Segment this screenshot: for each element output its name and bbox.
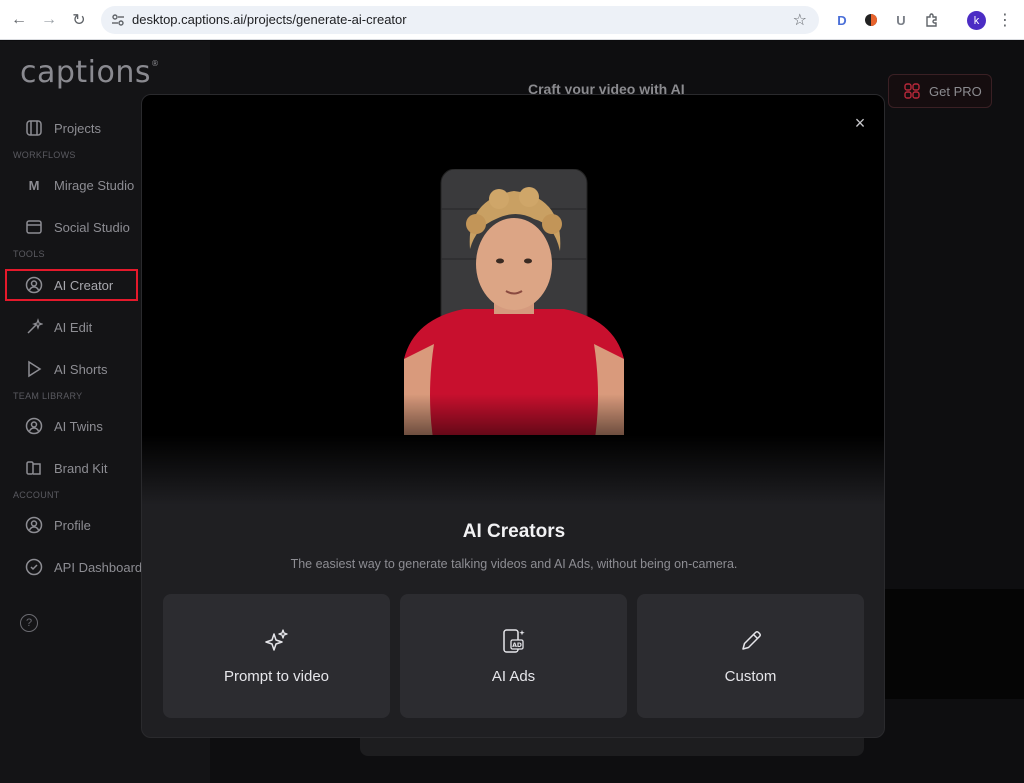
background-card-strip bbox=[360, 738, 864, 756]
sidebar-item-label: Social Studio bbox=[54, 219, 130, 235]
url-text: desktop.captions.ai/projects/generate-ai… bbox=[132, 12, 407, 27]
sidebar-item-label: Projects bbox=[54, 120, 101, 136]
sparkle-icon bbox=[24, 317, 44, 337]
address-bar[interactable]: desktop.captions.ai/projects/generate-ai… bbox=[101, 6, 819, 34]
background-panel bbox=[885, 589, 1024, 699]
ad-icon: AD bbox=[502, 629, 525, 653]
modal-subtitle: The easiest way to generate talking vide… bbox=[290, 557, 738, 571]
ai-twins-icon bbox=[24, 416, 44, 436]
app-root: captions® Projects WORKFLOWS M Mirage St… bbox=[0, 41, 1024, 783]
captions-logo[interactable]: captions® bbox=[20, 55, 160, 90]
section-team-library: TEAM LIBRARY bbox=[13, 391, 83, 401]
pro-grid-icon bbox=[904, 83, 920, 99]
sidebar-item-label: AI Edit bbox=[54, 319, 93, 335]
mirage-icon: M bbox=[28, 177, 40, 193]
sidebar-item-label: AI Twins bbox=[54, 418, 103, 434]
section-account: ACCOUNT bbox=[13, 490, 60, 500]
sidebar-item-label: API Dashboard bbox=[54, 559, 143, 575]
video-fade bbox=[142, 435, 884, 505]
brand-kit-icon bbox=[24, 458, 44, 478]
sidebar-item-label: Mirage Studio bbox=[54, 177, 135, 193]
extension-d-icon[interactable]: D bbox=[832, 10, 852, 30]
projects-icon bbox=[24, 118, 44, 138]
sidebar-item-label: AI Shorts bbox=[54, 361, 108, 377]
ai-creators-modal: × AI Creators The easiest way to generat… bbox=[141, 94, 885, 738]
extensions-puzzle-icon[interactable] bbox=[922, 10, 942, 30]
option-custom[interactable]: Custom bbox=[637, 594, 864, 718]
browser-toolbar: ← → ↻ desktop.captions.ai/projects/gener… bbox=[0, 0, 1024, 40]
section-workflows: WORKFLOWS bbox=[13, 150, 76, 160]
social-studio-icon bbox=[24, 217, 44, 237]
get-pro-label: Get PRO bbox=[929, 83, 982, 99]
option-label: AI Ads bbox=[491, 668, 536, 685]
back-button[interactable]: ← bbox=[7, 8, 31, 32]
svg-text:AD: AD bbox=[512, 642, 522, 649]
option-ai-ads[interactable]: AD AI Ads bbox=[400, 594, 627, 718]
profile-avatar[interactable]: k bbox=[967, 11, 986, 30]
extension-circle-icon[interactable] bbox=[861, 10, 881, 30]
get-pro-button[interactable]: Get PRO bbox=[888, 74, 992, 108]
option-prompt-to-video[interactable]: Prompt to video bbox=[163, 594, 390, 718]
section-tools: TOOLS bbox=[13, 249, 45, 259]
help-icon[interactable]: ? bbox=[20, 614, 38, 632]
selection-highlight-box bbox=[5, 269, 138, 301]
browser-menu-icon[interactable]: ⋮ bbox=[997, 10, 1013, 30]
option-label: Custom bbox=[724, 668, 777, 685]
reload-button[interactable]: ↻ bbox=[67, 8, 91, 32]
sparkles-icon bbox=[264, 629, 288, 651]
sidebar-item-label: Profile bbox=[54, 517, 91, 533]
extension-u-icon[interactable]: U bbox=[891, 10, 911, 30]
profile-icon bbox=[24, 515, 44, 535]
creator-preview-portrait bbox=[404, 169, 624, 469]
bookmark-star-icon[interactable]: ☆ bbox=[793, 10, 807, 30]
api-icon bbox=[24, 557, 44, 577]
pencil-icon bbox=[741, 631, 761, 650]
modal-title: AI Creators bbox=[462, 521, 566, 542]
option-label: Prompt to video bbox=[223, 668, 330, 685]
sidebar-item-label: Brand Kit bbox=[54, 460, 108, 476]
forward-button[interactable]: → bbox=[37, 8, 61, 32]
site-settings-icon[interactable] bbox=[109, 11, 127, 29]
close-icon[interactable]: × bbox=[850, 113, 870, 133]
play-icon bbox=[24, 359, 44, 379]
